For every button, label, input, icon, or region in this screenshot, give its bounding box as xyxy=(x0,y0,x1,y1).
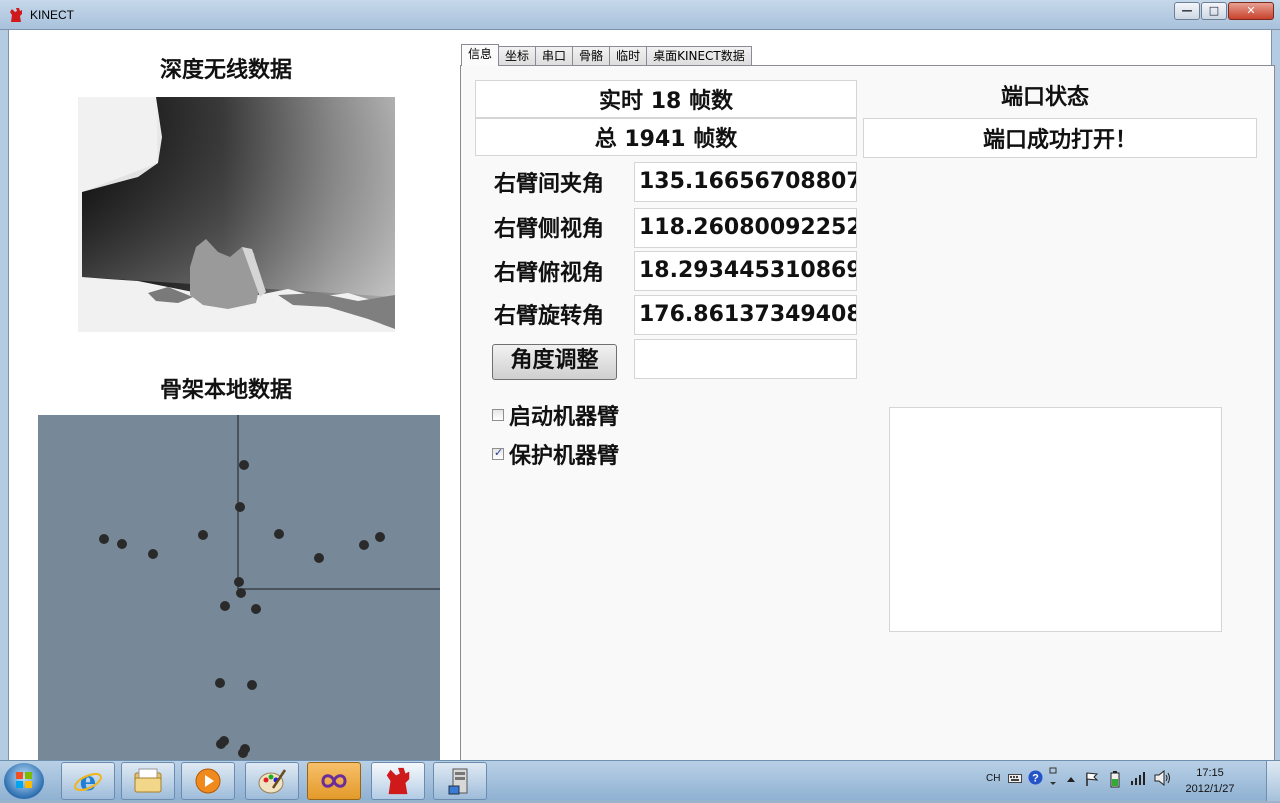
skeleton-title: 骨架本地数据 xyxy=(160,378,293,403)
show-desktop-button[interactable] xyxy=(1266,761,1280,801)
volume-icon[interactable] xyxy=(1154,770,1172,786)
window-frame-left xyxy=(0,30,8,760)
server-icon xyxy=(448,768,468,795)
start-arm-row[interactable]: 启动机器臂 xyxy=(492,399,619,431)
keyboard-icon[interactable] xyxy=(1008,772,1022,784)
windows-logo-icon xyxy=(16,772,32,788)
tab-desktop-kinect-data[interactable]: 桌面KINECT数据 xyxy=(646,46,752,66)
media-player-icon xyxy=(195,768,221,794)
visual-studio-icon xyxy=(321,774,347,788)
svg-text:?: ? xyxy=(1032,773,1039,785)
start-arm-checkbox[interactable] xyxy=(492,409,504,421)
show-hidden-icons-icon[interactable] xyxy=(1066,775,1076,783)
maximize-icon: □ xyxy=(1208,4,1220,17)
angle-adjust-button[interactable]: 角度调整 xyxy=(492,344,617,380)
total-frames-display: 总 1941 帧数 xyxy=(475,118,857,156)
taskbar-item-paint[interactable] xyxy=(245,762,299,800)
window-client-area: 深度无线数据 骨架本地数据 信息 坐标 串口 骨骼 临时 桌面KINECT数据 … xyxy=(8,30,1275,765)
taskbar-item-ie[interactable]: e xyxy=(61,762,115,800)
protect-arm-checkbox[interactable] xyxy=(492,446,504,460)
taskbar-item-server[interactable] xyxy=(433,762,487,800)
depth-image xyxy=(78,97,395,332)
tab-coordinates[interactable]: 坐标 xyxy=(498,46,537,66)
minimize-button[interactable]: — xyxy=(1174,2,1200,20)
minimize-icon: — xyxy=(1181,4,1193,17)
taskbar-item-kinect[interactable] xyxy=(371,762,425,800)
protect-arm-label: 保护机器臂 xyxy=(509,444,620,469)
angle-label-top: 右臂俯视角 xyxy=(494,261,605,286)
maximize-button[interactable]: □ xyxy=(1201,2,1227,20)
realtime-fps-display: 实时 18 帧数 xyxy=(475,80,857,118)
skeleton-render xyxy=(99,415,440,758)
tab-info[interactable]: 信息 xyxy=(461,44,500,66)
tab-strip: 信息 坐标 串口 骨骼 临时 桌面KINECT数据 xyxy=(461,44,752,66)
svg-text:e: e xyxy=(80,767,97,796)
port-status-title: 端口状态 xyxy=(1001,85,1090,110)
depth-image-render xyxy=(82,97,395,329)
network-icon[interactable] xyxy=(1130,770,1146,786)
info-tab-panel: 实时 18 帧数 总 1941 帧数 端口状态 端口成功打开！ 右臂间夹角 13… xyxy=(460,65,1275,765)
port-status-value: 端口成功打开！ xyxy=(863,118,1257,158)
language-indicator[interactable]: CH xyxy=(986,773,1000,784)
title-bar: KINECT — □ ✕ xyxy=(0,0,1280,30)
protect-arm-row[interactable]: 保护机器臂 xyxy=(492,438,619,470)
close-button[interactable]: ✕ xyxy=(1228,2,1274,20)
internet-explorer-icon: e xyxy=(74,767,102,796)
action-center-flag-icon[interactable] xyxy=(1084,771,1100,787)
taskbar-item-media-player[interactable] xyxy=(181,762,235,800)
angle-label-side: 右臂侧视角 xyxy=(494,217,605,242)
close-icon: ✕ xyxy=(1246,4,1256,17)
start-arm-label: 启动机器臂 xyxy=(509,405,620,430)
angle-label-between: 右臂间夹角 xyxy=(494,172,605,197)
taskbar-item-visual-studio[interactable] xyxy=(307,762,361,800)
depth-title: 深度无线数据 xyxy=(160,58,293,83)
skeleton-view xyxy=(38,415,440,760)
battery-icon[interactable] xyxy=(1110,770,1120,788)
angle-value-top[interactable]: 18.293445310869 xyxy=(634,251,857,291)
system-tray: CH ? 17:15 2012/1/27 xyxy=(980,761,1280,801)
angle-value-between[interactable]: 135.16656708807 xyxy=(634,162,857,202)
window-title: KINECT xyxy=(30,8,75,22)
taskbar-item-explorer[interactable] xyxy=(121,762,175,800)
help-icon[interactable]: ? xyxy=(1028,770,1043,785)
tab-serial-port[interactable]: 串口 xyxy=(535,46,574,66)
angle-label-rotation: 右臂旋转角 xyxy=(494,304,605,329)
angle-value-side[interactable]: 118.26080092252 xyxy=(634,208,857,248)
angle-adjust-input[interactable] xyxy=(634,339,857,379)
taskbar: e CH ? 17:15 2012/1/27 xyxy=(0,760,1280,801)
tab-temporary[interactable]: 临时 xyxy=(609,46,648,66)
kinect-app-icon xyxy=(386,767,410,795)
angle-value-rotation[interactable]: 176.86137349408 xyxy=(634,295,857,335)
window-controls: — □ ✕ xyxy=(1173,2,1274,20)
file-explorer-icon xyxy=(134,768,162,793)
paint-icon xyxy=(258,769,287,794)
start-button[interactable] xyxy=(4,763,44,799)
clock-time: 17:15 xyxy=(1196,767,1224,779)
clock-date: 2012/1/27 xyxy=(1185,783,1235,795)
ime-options-icon[interactable] xyxy=(1048,765,1058,789)
tab-skeleton[interactable]: 骨骼 xyxy=(572,46,611,66)
kinect-app-icon xyxy=(10,8,22,22)
clock[interactable]: 17:15 2012/1/27 xyxy=(1176,765,1244,797)
log-area[interactable] xyxy=(889,407,1222,632)
